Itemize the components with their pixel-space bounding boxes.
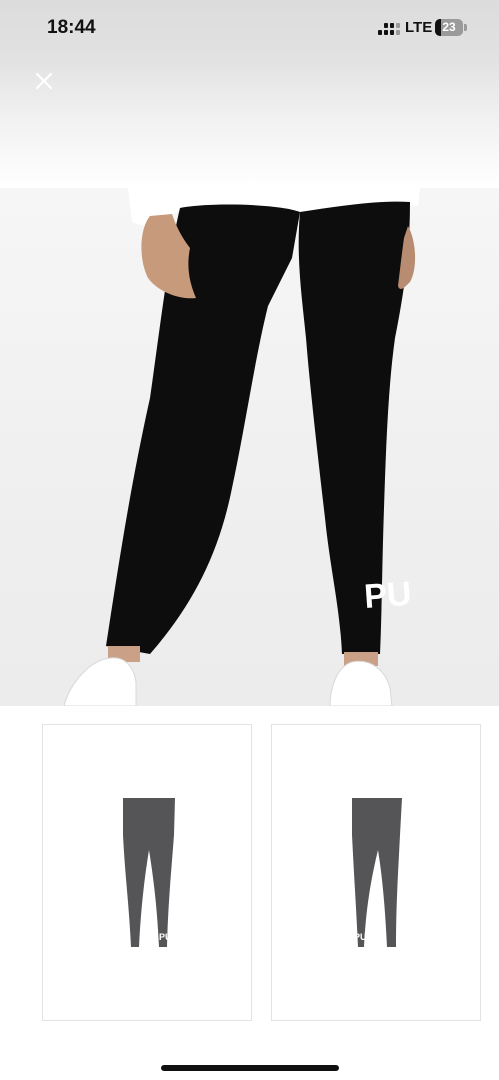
- close-button[interactable]: [31, 68, 57, 94]
- thumb-1-logo: PU: [159, 932, 172, 942]
- main-product-image[interactable]: PU: [0, 188, 499, 707]
- left-leg: [106, 204, 300, 654]
- thumb-1-leggings: [123, 798, 175, 947]
- leggings-photo: PU: [63, 188, 420, 707]
- thumbnail-2[interactable]: PU: [271, 724, 481, 1021]
- main-logo-text: PU: [363, 575, 413, 616]
- battery-level: 23: [442, 20, 456, 34]
- thumbnail-2-image: PU: [352, 798, 402, 947]
- left-sneaker: [63, 657, 137, 707]
- close-icon: [35, 72, 53, 90]
- right-sneaker: [329, 660, 393, 707]
- signal-icon: [378, 23, 400, 35]
- home-indicator[interactable]: [161, 1065, 339, 1071]
- thumb-2-leggings: [352, 798, 402, 947]
- thumbnail-1[interactable]: PU: [42, 724, 252, 1021]
- thumb-2-logo: PU: [354, 932, 367, 942]
- battery-cap: [464, 24, 467, 31]
- status-time: 18:44: [47, 17, 96, 38]
- network-type: LTE: [405, 19, 433, 36]
- battery-icon: 23: [435, 19, 463, 36]
- header-background: [0, 60, 499, 188]
- thumbnail-1-image: PU: [123, 798, 175, 947]
